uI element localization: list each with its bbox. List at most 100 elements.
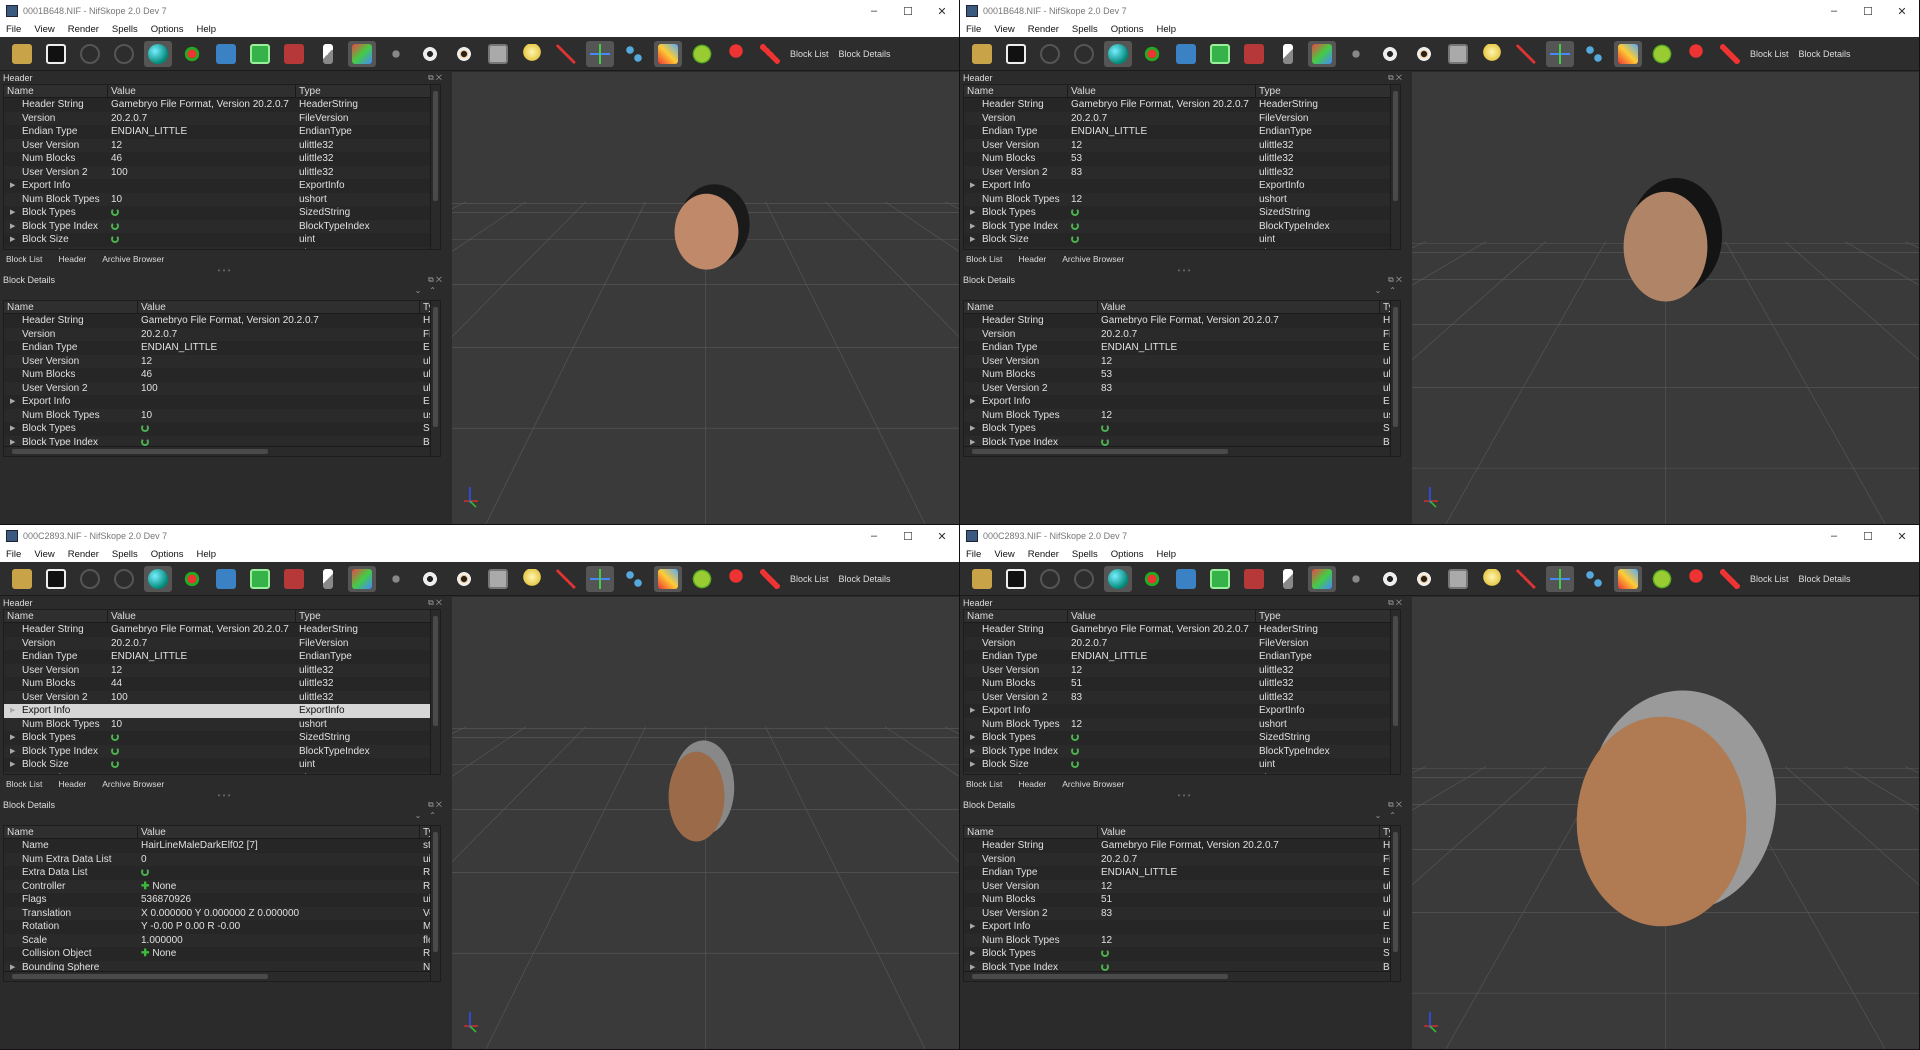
cell-value[interactable] — [108, 220, 296, 234]
details-table-scrollbar[interactable] — [1390, 301, 1400, 456]
scroll-thumb[interactable] — [972, 974, 1228, 979]
menu-file[interactable]: File — [6, 549, 21, 560]
table-row[interactable]: Endian Type ENDIAN_LITTLE EndianType — [4, 125, 440, 139]
cell-value[interactable]: HairLineMaleDarkElf02 [7] — [138, 839, 420, 853]
dock-float-close-buttons[interactable]: ⧉ ✕ — [1388, 275, 1402, 285]
table-row[interactable]: Num Block Types10ush — [4, 408, 440, 422]
cell-value[interactable]: 20.2.0.7 — [108, 637, 296, 651]
cell-value[interactable]: Gamebryo File Format, Version 20.2.0.7 — [1068, 98, 1256, 112]
table-row[interactable]: Header String Gamebryo File Format, Versi… — [4, 314, 440, 328]
table-row[interactable]: Translation X 0.000000 Y 0.000000 Z 0.000… — [4, 906, 440, 920]
3d-viewport[interactable] — [452, 597, 959, 1049]
expand-arrow-icon[interactable]: ▶ — [10, 179, 15, 193]
expand-arrow-icon[interactable]: ▶ — [10, 206, 15, 220]
table-row[interactable]: ▶ Block Types SizedString — [964, 206, 1400, 220]
table-row[interactable]: RotationY -0.00 P 0.00 R -0.00Ma — [4, 920, 440, 934]
header-table-scrollbar[interactable] — [430, 85, 440, 249]
cell-value[interactable]: ENDIAN_LITTLE — [138, 341, 420, 355]
lighting-button[interactable] — [1478, 566, 1506, 592]
close-button[interactable]: ✕ — [925, 530, 959, 543]
open-file-button[interactable] — [968, 41, 996, 67]
cell-value[interactable]: 12 — [1068, 193, 1256, 207]
select-nodes-button[interactable] — [178, 566, 206, 592]
table-row[interactable]: User Version 2 100 ulittle32 — [4, 690, 440, 704]
cell-value[interactable] — [1068, 206, 1256, 220]
tab-archive-browser[interactable]: Archive Browser — [1062, 254, 1124, 264]
show-hidden-button[interactable] — [416, 566, 444, 592]
expand-arrow-icon[interactable]: ▶ — [970, 704, 975, 718]
cell-value[interactable]: ENDIAN_LITTLE — [1068, 125, 1256, 139]
show-nodes-button[interactable] — [620, 41, 648, 67]
menu-options[interactable]: Options — [151, 549, 184, 560]
maximize-button[interactable]: ☐ — [891, 5, 925, 18]
scroll-thumb[interactable] — [433, 307, 438, 427]
cell-value[interactable]: 53 — [1068, 152, 1256, 166]
cell-value[interactable] — [1068, 179, 1256, 193]
cell-value[interactable]: 83 — [1098, 382, 1380, 396]
cell-value[interactable]: 11 — [1068, 247, 1256, 250]
table-row[interactable]: Flags536870926uin — [4, 893, 440, 907]
column-type[interactable]: Type — [1256, 85, 1391, 97]
table-row[interactable]: Num Blocks53ulit — [964, 368, 1400, 382]
table-row[interactable]: User Version 2 83 ulittle32 — [964, 165, 1400, 179]
table-row[interactable]: Num Blocks51ulit — [964, 893, 1400, 907]
hide-marker-button[interactable] — [1716, 41, 1744, 67]
show-collision-button[interactable] — [1614, 40, 1642, 67]
cell-value[interactable]: 100 — [108, 166, 296, 180]
cell-value[interactable]: 20.2.0.7 — [1068, 112, 1256, 126]
cell-value[interactable]: 9 — [1068, 772, 1256, 775]
cell-value[interactable]: Gamebryo File Format, Version 20.2.0.7 — [1068, 623, 1256, 637]
cell-value[interactable]: 44 — [108, 677, 296, 691]
scroll-thumb[interactable] — [433, 832, 438, 952]
table-row[interactable]: User Version12ulit — [964, 354, 1400, 368]
show-hidden-button[interactable] — [1376, 566, 1404, 592]
cell-value[interactable]: 12 — [138, 355, 420, 369]
block-details-toggle[interactable]: Block Details — [839, 49, 891, 59]
close-button[interactable]: ✕ — [1885, 5, 1919, 18]
table-row[interactable]: ▶Export InfoExp — [964, 920, 1400, 934]
show-hidden-button[interactable] — [1376, 41, 1404, 67]
undo-button[interactable] — [76, 566, 104, 592]
walk-mode-button[interactable] — [382, 41, 410, 67]
table-row[interactable]: Num Strings 11 uint — [964, 246, 1400, 250]
cell-value[interactable]: 12 — [108, 664, 296, 678]
column-name[interactable]: Name — [964, 610, 1068, 622]
table-row[interactable]: Endian TypeENDIAN_LITTLEEnd — [964, 866, 1400, 880]
show-markers-button[interactable] — [1682, 41, 1710, 67]
cell-value[interactable] — [1068, 745, 1256, 759]
show-hidden-button[interactable] — [416, 41, 444, 67]
show-selected-button[interactable] — [450, 566, 478, 592]
table-row[interactable]: Num Blocks 44 ulittle32 — [4, 677, 440, 691]
details-table-hscrollbar[interactable] — [4, 446, 430, 456]
table-row[interactable]: ▶ Block Type Index BlockTypeIndex — [4, 744, 440, 758]
minimize-button[interactable]: – — [1817, 530, 1851, 542]
cell-value[interactable]: 12 — [1098, 880, 1380, 894]
table-row[interactable]: ▶ Export Info ExportInfo — [4, 704, 440, 718]
collapse-up-icon[interactable]: ⌃ — [429, 811, 436, 825]
expand-arrow-icon[interactable]: ▶ — [970, 233, 975, 247]
column-value[interactable]: Value — [108, 610, 296, 622]
table-row[interactable]: ▶ Block Size uint — [964, 758, 1400, 772]
table-row[interactable]: ▶ Block Types SizedString — [4, 731, 440, 745]
menu-view[interactable]: View — [994, 24, 1014, 35]
column-name[interactable]: Name — [4, 610, 108, 622]
cell-value[interactable]: ENDIAN_LITTLE — [108, 125, 296, 139]
view-user-button[interactable] — [1308, 40, 1336, 67]
table-row[interactable]: Endian Type ENDIAN_LITTLE EndianType — [4, 650, 440, 664]
table-row[interactable]: ▶ Export Info ExportInfo — [964, 179, 1400, 193]
expand-arrow-icon[interactable]: ▶ — [10, 704, 15, 718]
expand-arrow-icon[interactable]: ▶ — [970, 179, 975, 193]
tab-archive-browser[interactable]: Archive Browser — [102, 779, 164, 789]
table-row[interactable]: ▶ Export Info ExportInfo — [4, 179, 440, 193]
table-row[interactable]: User Version 12 ulittle32 — [964, 138, 1400, 152]
scroll-thumb[interactable] — [12, 974, 268, 979]
table-row[interactable]: Header String Gamebryo File Format, Versi… — [964, 98, 1400, 112]
expand-arrow-icon[interactable]: ▶ — [10, 233, 15, 247]
cell-value[interactable]: 12 — [1068, 664, 1256, 678]
3d-viewport[interactable] — [1412, 597, 1919, 1049]
undo-button[interactable] — [1036, 566, 1064, 592]
view-top-button[interactable] — [1206, 566, 1234, 592]
table-row[interactable]: ▶Block TypesSize — [964, 947, 1400, 961]
table-row[interactable]: Endian Type ENDIAN_LITTLE EndianType — [964, 125, 1400, 139]
table-row[interactable]: Header String Gamebryo File Format, Versi… — [964, 623, 1400, 637]
